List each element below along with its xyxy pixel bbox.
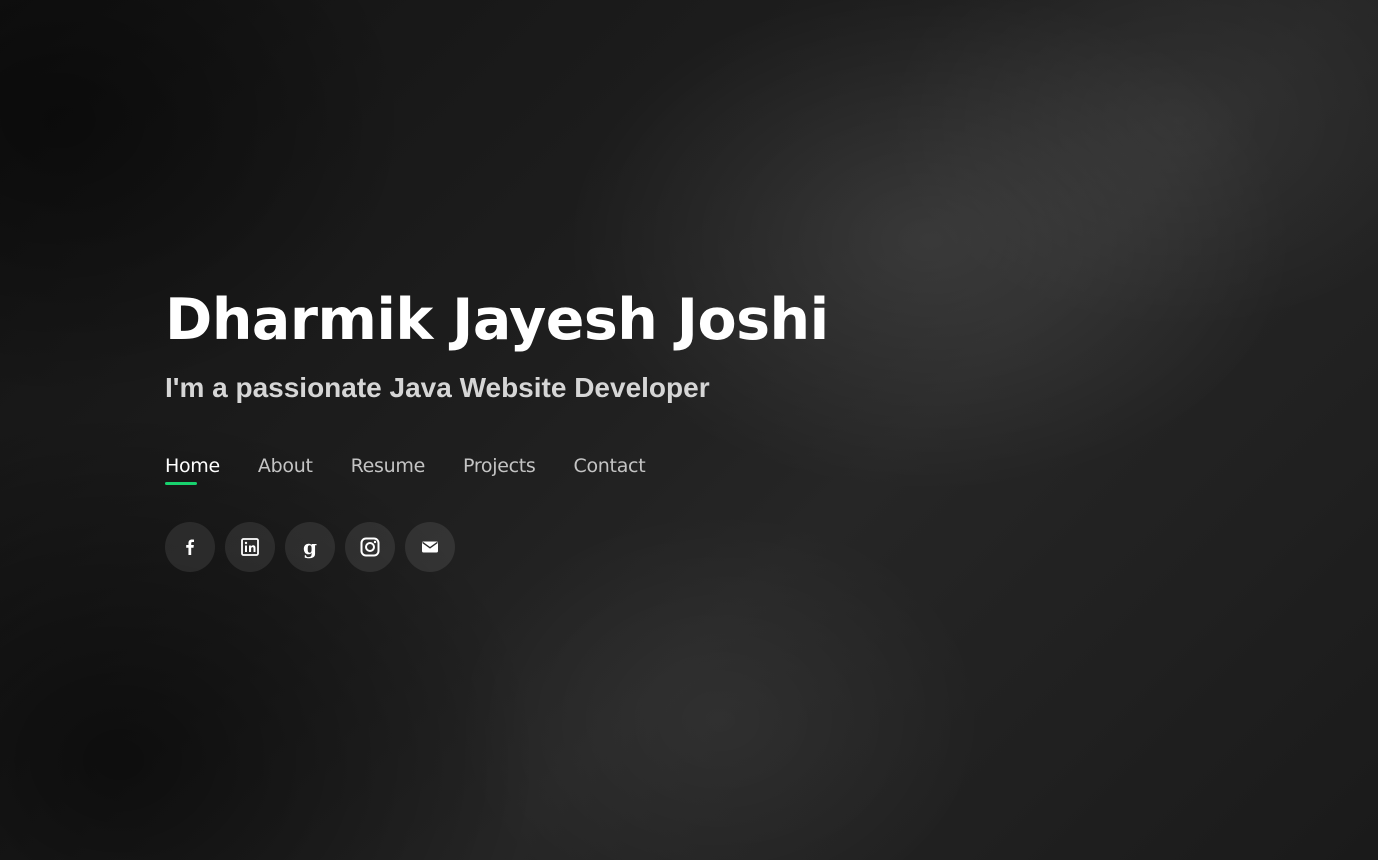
nav-resume-link[interactable]: Resume bbox=[351, 452, 426, 480]
goodreads-icon: g bbox=[303, 535, 317, 559]
email-icon bbox=[422, 541, 438, 553]
facebook-icon bbox=[186, 539, 194, 555]
nav-contact-link[interactable]: Contact bbox=[574, 452, 646, 480]
instagram-link[interactable] bbox=[345, 522, 395, 572]
facebook-link[interactable] bbox=[165, 522, 215, 572]
nav-projects-link[interactable]: Projects bbox=[463, 452, 536, 480]
linkedin-icon bbox=[241, 538, 259, 556]
nav-home-link[interactable]: Home bbox=[165, 452, 220, 485]
social-links: g bbox=[165, 522, 1065, 572]
hero-section: Dharmik Jayesh Joshi I'm a passionate Ja… bbox=[165, 284, 1065, 572]
email-link[interactable] bbox=[405, 522, 455, 572]
linkedin-link[interactable] bbox=[225, 522, 275, 572]
instagram-icon bbox=[360, 537, 380, 557]
main-nav: Home About Resume Projects Contact bbox=[165, 452, 1065, 485]
nav-about-link[interactable]: About bbox=[258, 452, 313, 480]
hero-name: Dharmik Jayesh Joshi bbox=[165, 287, 829, 353]
hero-tagline: I'm a passionate Java Website Developer bbox=[165, 372, 710, 403]
goodreads-link[interactable]: g bbox=[285, 522, 335, 572]
